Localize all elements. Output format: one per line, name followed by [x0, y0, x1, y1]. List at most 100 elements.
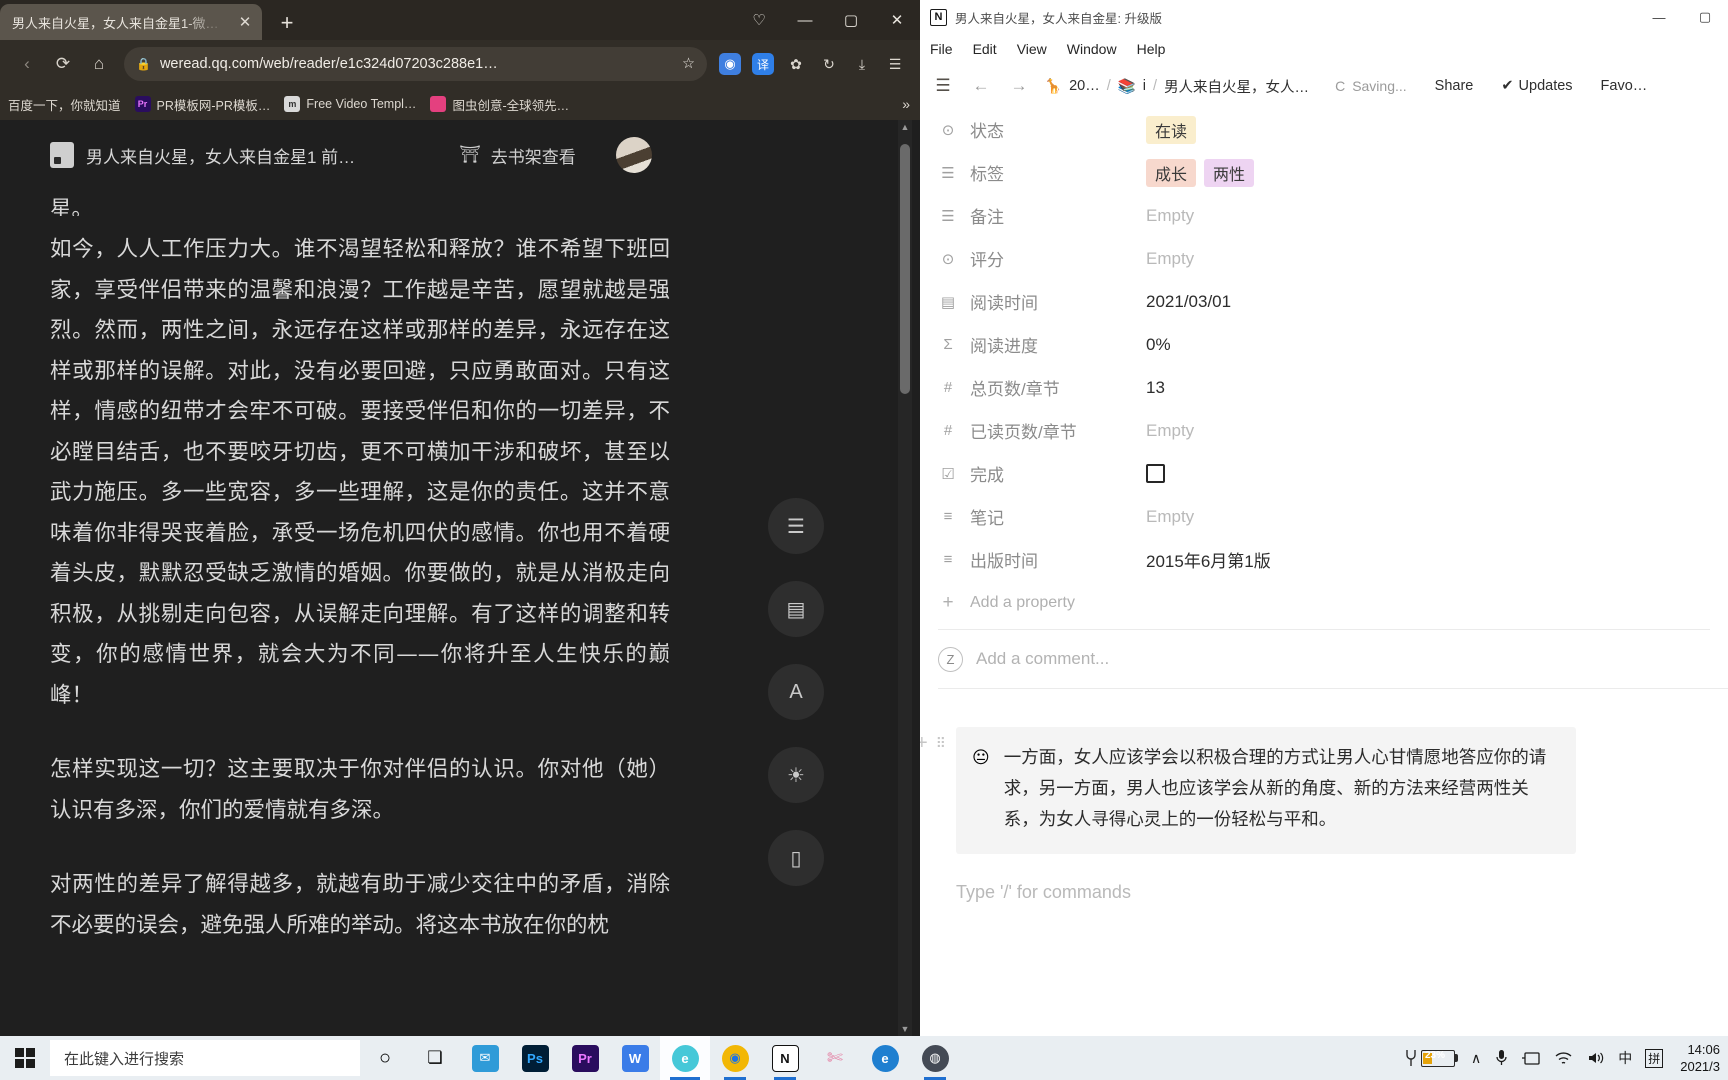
brightness-icon[interactable]: ☀ — [768, 747, 824, 803]
bookmark-star-icon[interactable]: ☆ — [682, 56, 695, 72]
start-button[interactable] — [0, 1036, 50, 1080]
address-bar[interactable]: 🔒 weread.qq.com/web/reader/e1c324d07203c… — [124, 47, 707, 81]
search-input[interactable]: 在此键入进行搜索 — [50, 1040, 360, 1076]
font-size-icon[interactable]: A — [768, 664, 824, 720]
notion-icon[interactable]: N — [760, 1036, 810, 1080]
minimize-button[interactable]: — — [1636, 0, 1682, 34]
reload-icon[interactable]: ⟳ — [46, 47, 80, 81]
clock[interactable]: 14:06 2021/3 — [1676, 1041, 1720, 1075]
cortana-icon[interactable]: ○ — [360, 1036, 410, 1080]
property-value[interactable]: Empty — [1146, 507, 1194, 527]
browser-tab[interactable]: 男人来自火星，女人来自金星1-微… ✕ — [0, 4, 262, 40]
translate-extension-icon[interactable]: 译 — [748, 49, 778, 79]
share-button[interactable]: Share — [1435, 78, 1474, 94]
property-row-progress[interactable]: Σ 阅读进度 0% — [920, 323, 1728, 366]
property-value[interactable] — [1146, 464, 1165, 483]
back-icon[interactable]: ← — [968, 76, 994, 96]
callout-block[interactable]: 😐 一方面，女人应该学会以积极合理的方式让男人心甘情愿地答应你的请求，另一方面，… — [956, 727, 1576, 854]
home-icon[interactable]: ⌂ — [82, 47, 116, 81]
edge-icon[interactable]: e — [860, 1036, 910, 1080]
property-value[interactable]: Empty — [1146, 206, 1194, 226]
bookmark-item[interactable]: 图虫创意-全球领先… — [430, 95, 569, 114]
wps-icon[interactable]: W — [610, 1036, 660, 1080]
favorite-button[interactable]: Favo… — [1601, 78, 1648, 94]
maximize-button[interactable]: ▢ — [828, 0, 874, 40]
show-hidden-icons-chevron-icon[interactable]: ∧ — [1471, 1050, 1481, 1067]
property-value[interactable]: 在读 — [1146, 115, 1197, 144]
minimize-button[interactable]: — — [782, 0, 828, 40]
property-row-notes-text[interactable]: ≡ 笔记 Empty — [920, 495, 1728, 538]
recorder-icon[interactable]: ◍ — [910, 1036, 960, 1080]
pocket-icon[interactable]: ♡ — [736, 0, 782, 40]
new-tab-button[interactable]: + — [270, 6, 304, 40]
property-value[interactable]: 2015年6月第1版 — [1146, 547, 1271, 572]
task-view-icon[interactable]: ❏ — [410, 1036, 460, 1080]
property-row-tags[interactable]: ☰ 标签 成长 两性 — [920, 151, 1728, 194]
property-row-rating[interactable]: ⊙ 评分 Empty — [920, 237, 1728, 280]
add-comment-row[interactable]: Z Add a comment... — [920, 630, 1728, 688]
battery-icon[interactable]: 23% — [1401, 1048, 1458, 1068]
avatar[interactable] — [615, 137, 652, 173]
property-value[interactable]: 0% — [1146, 335, 1171, 355]
back-icon[interactable]: ‹ — [10, 47, 44, 81]
forward-icon[interactable]: → — [1006, 76, 1032, 96]
menu-file[interactable]: File — [930, 41, 953, 57]
close-window-button[interactable]: ✕ — [874, 0, 920, 40]
adblock-extension-icon[interactable]: ◉ — [715, 49, 745, 79]
updates-button[interactable]: ✔ Updates — [1501, 78, 1572, 94]
volume-icon[interactable] — [1586, 1050, 1605, 1066]
property-row-notes[interactable]: ☰ 备注 Empty — [920, 194, 1728, 237]
breadcrumb-item[interactable]: 20… — [1069, 78, 1100, 94]
breadcrumb-item[interactable]: i — [1143, 78, 1146, 94]
property-row-reading-date[interactable]: ▤ 阅读时间 2021/03/01 — [920, 280, 1728, 323]
add-block-icon[interactable]: + — [920, 733, 928, 753]
done-checkbox[interactable] — [1146, 464, 1165, 483]
property-row-read-pages[interactable]: # 已读页数/章节 Empty — [920, 409, 1728, 452]
browser-menu-button[interactable]: ☰ — [880, 49, 910, 79]
scroll-down-icon[interactable]: ▼ — [898, 1022, 912, 1036]
catalog-icon[interactable]: ☰ — [768, 498, 824, 554]
history-extension-icon[interactable]: ↻ — [814, 49, 844, 79]
property-row-status[interactable]: ⊙ 状态 在读 — [920, 108, 1728, 151]
browser-2345-icon[interactable]: e — [660, 1036, 710, 1080]
go-to-shelf-button[interactable]: ⛩ 去书架查看 — [459, 143, 576, 168]
microphone-icon[interactable] — [1494, 1049, 1509, 1067]
property-value[interactable]: 2021/03/01 — [1146, 292, 1231, 312]
wifi-icon[interactable] — [1554, 1051, 1573, 1066]
page-scrollbar[interactable]: ▲ ▼ — [898, 120, 912, 1036]
property-row-publish-date[interactable]: ≡ 出版时间 2015年6月第1版 — [920, 538, 1728, 581]
close-tab-icon[interactable]: ✕ — [236, 13, 254, 31]
chrome-icon[interactable]: ◉ — [710, 1036, 760, 1080]
add-property-button[interactable]: + Add a property — [920, 581, 1728, 625]
property-value[interactable]: 成长 两性 — [1146, 158, 1255, 187]
menu-view[interactable]: View — [1017, 41, 1047, 57]
mail-icon[interactable]: ✉ — [460, 1036, 510, 1080]
photoshop-icon[interactable]: Ps — [510, 1036, 560, 1080]
breadcrumb-item-current[interactable]: 男人来自火星，女人… — [1164, 76, 1309, 97]
command-placeholder[interactable]: Type '/' for commands — [920, 882, 1728, 903]
property-value[interactable]: 13 — [1146, 378, 1165, 398]
snipaste-icon[interactable]: ✄ — [810, 1036, 860, 1080]
device-icon[interactable]: ▯ — [768, 830, 824, 886]
menu-help[interactable]: Help — [1137, 41, 1166, 57]
ime-language-icon[interactable]: 中 — [1618, 1048, 1632, 1068]
bookmark-item[interactable]: Pr PR模板网-PR模板… — [134, 95, 270, 114]
sidebar-toggle-icon[interactable]: ☰ — [930, 76, 956, 96]
menu-edit[interactable]: Edit — [973, 41, 997, 57]
property-value[interactable]: Empty — [1146, 421, 1194, 441]
scroll-up-icon[interactable]: ▲ — [898, 120, 912, 134]
comment-icon[interactable]: ▤ — [768, 581, 824, 637]
download-button[interactable]: ⤓ — [847, 49, 877, 79]
ime-mode-icon[interactable]: 拼 — [1645, 1048, 1664, 1068]
bookmark-item[interactable]: 百度一下，你就知道 — [8, 95, 121, 114]
property-row-total-pages[interactable]: # 总页数/章节 13 — [920, 366, 1728, 409]
menu-window[interactable]: Window — [1067, 41, 1117, 57]
property-row-done[interactable]: ☑ 完成 — [920, 452, 1728, 495]
bookmark-item[interactable]: m Free Video Templ… — [284, 96, 416, 112]
premiere-icon[interactable]: Pr — [560, 1036, 610, 1080]
maximize-button[interactable]: ▢ — [1682, 0, 1728, 34]
bookmarks-overflow-icon[interactable]: » — [902, 96, 910, 112]
property-value[interactable]: Empty — [1146, 249, 1194, 269]
drag-handle-icon[interactable]: ⠿ — [936, 736, 946, 750]
tablet-mode-icon[interactable] — [1522, 1051, 1541, 1066]
